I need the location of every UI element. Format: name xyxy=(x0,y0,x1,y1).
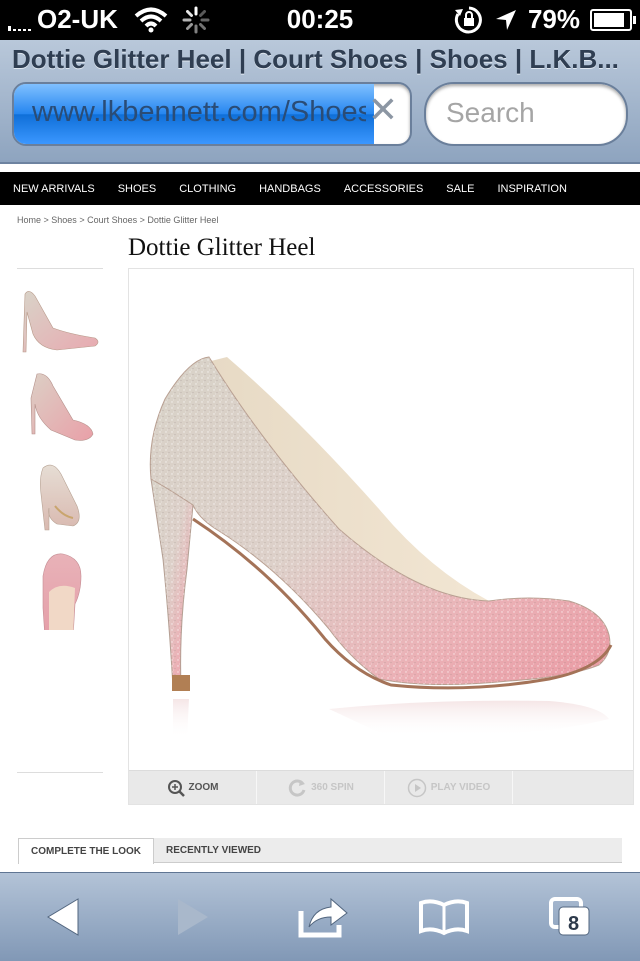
nav-item-shoes[interactable]: SHOES xyxy=(105,183,167,195)
browser-top-bar: Dottie Glitter Heel | Court Shoes | Shoe… xyxy=(0,40,640,164)
nav-item-new-arrivals[interactable]: NEW ARRIVALS xyxy=(0,183,105,195)
close-icon[interactable]: ✕ xyxy=(368,92,398,128)
product-thumbnail-angle[interactable] xyxy=(17,368,103,450)
nav-item-accessories[interactable]: ACCESSORIES xyxy=(331,183,433,195)
play-icon xyxy=(407,778,427,797)
tabs-button[interactable]: 8 xyxy=(540,887,600,947)
tab-recently-viewed[interactable]: RECENTLY VIEWED xyxy=(166,838,261,862)
breadcrumb-court-shoes[interactable]: Court Shoes xyxy=(87,215,137,225)
share-icon xyxy=(298,897,348,938)
breadcrumb-shoes[interactable]: Shoes xyxy=(51,215,77,225)
nav-item-inspiration[interactable]: INSPIRATION xyxy=(484,183,576,195)
forward-arrow-icon xyxy=(178,899,208,935)
thumbnail-divider xyxy=(17,268,103,269)
breadcrumb-current: Dottie Glitter Heel xyxy=(147,215,219,225)
product-thumbnail-back[interactable] xyxy=(17,458,103,540)
related-tabs: COMPLETE THE LOOK RECENTLY VIEWED xyxy=(18,838,622,864)
location-arrow-icon xyxy=(495,9,516,30)
browser-toolbar: 8 xyxy=(0,872,640,961)
zoom-button[interactable]: ZOOM xyxy=(129,771,257,804)
product-thumbnail-front[interactable] xyxy=(17,548,103,630)
battery-fill xyxy=(594,12,625,27)
spin-360-button[interactable]: 360 SPIN xyxy=(257,771,385,804)
zoom-icon xyxy=(167,779,185,797)
breadcrumb-home[interactable]: Home xyxy=(17,215,41,225)
page-title: Dottie Glitter Heel | Court Shoes | Shoe… xyxy=(12,44,619,74)
rotate-icon xyxy=(288,779,306,797)
tabs-count: 8 xyxy=(568,913,580,935)
zoom-label: ZOOM xyxy=(188,782,219,793)
bookmarks-button[interactable] xyxy=(414,887,474,947)
back-button[interactable] xyxy=(34,887,94,947)
tab-complete-the-look[interactable]: COMPLETE THE LOOK xyxy=(18,838,154,864)
breadcrumb: Home > Shoes > Court Shoes > Dottie Glit… xyxy=(17,215,218,225)
play-video-label: PLAY VIDEO xyxy=(430,782,491,793)
bookmarks-icon xyxy=(419,899,469,936)
url-text[interactable]: www.lkbennett.com/Shoes/Court-Shoes/Dott… xyxy=(32,96,366,129)
nav-item-sale[interactable]: SALE xyxy=(433,183,484,195)
product-shoe-image xyxy=(149,356,613,739)
nav-item-handbags[interactable]: HANDBAGS xyxy=(246,183,331,195)
breadcrumb-separator: > xyxy=(137,215,148,225)
battery-percent: 79% xyxy=(527,4,580,34)
status-bar: O2-UK 00:25 79% xyxy=(0,0,640,40)
forward-button[interactable] xyxy=(162,887,222,947)
image-controls: ZOOM 360 SPIN PLAY VIDEO xyxy=(129,770,633,804)
spin-360-label: 360 SPIN xyxy=(311,782,354,793)
product-title: Dottie Glitter Heel xyxy=(128,234,316,261)
search-field[interactable] xyxy=(424,82,628,146)
play-video-button[interactable]: PLAY VIDEO xyxy=(385,771,513,804)
share-button[interactable] xyxy=(294,887,354,947)
breadcrumb-separator: > xyxy=(76,215,88,225)
product-main-image[interactable]: ZOOM 360 SPIN PLAY VIDEO xyxy=(128,268,634,805)
thumbnail-divider xyxy=(17,772,103,773)
back-arrow-icon xyxy=(47,898,79,936)
nav-item-clothing[interactable]: CLOTHING xyxy=(166,183,246,195)
search-input[interactable] xyxy=(444,96,618,130)
url-field[interactable]: www.lkbennett.com/Shoes/Court-Shoes/Dott… xyxy=(12,82,412,146)
product-thumbnail-side[interactable] xyxy=(17,282,103,364)
site-nav: NEW ARRIVALS SHOES CLOTHING HANDBAGS ACC… xyxy=(0,172,640,205)
rotation-lock-icon xyxy=(454,6,482,33)
battery-icon xyxy=(590,8,636,31)
breadcrumb-separator: > xyxy=(41,215,52,225)
